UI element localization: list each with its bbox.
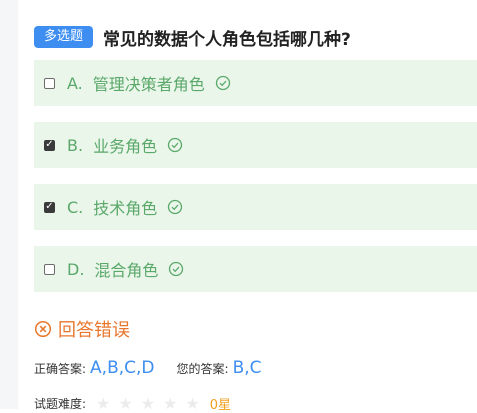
option-b-text: 业务角色 bbox=[93, 137, 158, 156]
question-type-badge: 多选题 bbox=[34, 26, 94, 48]
option-c-letter: C. bbox=[67, 197, 84, 217]
option-c[interactable]: ✓ C. 技术角色 bbox=[34, 184, 477, 230]
star-icon: ★ bbox=[96, 393, 111, 413]
check-circle-icon bbox=[167, 199, 183, 215]
question-header: 多选题 常见的数据个人角色包括哪几种? bbox=[34, 24, 477, 50]
check-circle-icon bbox=[215, 75, 231, 91]
your-answer-label: 您的答案: bbox=[176, 362, 229, 376]
result-status: 回答错误 bbox=[34, 316, 130, 342]
difficulty-label: 试题难度: bbox=[34, 397, 87, 411]
check-circle-icon bbox=[168, 261, 184, 277]
option-d-letter: D. bbox=[67, 259, 85, 279]
difficulty-star-count: 0星 bbox=[209, 398, 232, 413]
correct-answer-value: A,B,C,D bbox=[90, 358, 155, 378]
option-d-checkbox[interactable] bbox=[44, 263, 55, 275]
difficulty-row: 试题难度: ★ ★ ★ ★ ★ 0星 bbox=[34, 394, 231, 413]
star-icon: ★ bbox=[118, 393, 133, 413]
option-a-text: 管理决策者角色 bbox=[92, 75, 205, 94]
option-d-text: 混合角色 bbox=[94, 261, 159, 280]
option-c-checkbox[interactable]: ✓ bbox=[44, 201, 55, 213]
answer-summary: 正确答案: A,B,C,D 您的答案: B,C bbox=[34, 358, 262, 378]
star-icon: ★ bbox=[163, 393, 178, 413]
option-b-checkbox[interactable]: ✓ bbox=[44, 139, 55, 151]
correct-answer-label: 正确答案: bbox=[34, 362, 87, 376]
result-text: 回答错误 bbox=[58, 320, 130, 341]
option-a[interactable]: A. 管理决策者角色 bbox=[34, 60, 477, 106]
option-a-letter: A. bbox=[67, 73, 83, 93]
option-a-checkbox[interactable] bbox=[44, 77, 55, 89]
question-title: 常见的数据个人角色包括哪几种? bbox=[103, 29, 351, 50]
star-icon: ★ bbox=[140, 393, 156, 413]
star-icon: ★ bbox=[185, 393, 200, 413]
option-b[interactable]: ✓ B. 业务角色 bbox=[34, 122, 477, 168]
left-panel-strip bbox=[0, 0, 18, 409]
option-c-text: 技术角色 bbox=[93, 199, 158, 218]
option-d[interactable]: D. 混合角色 bbox=[34, 246, 477, 292]
close-circle-icon bbox=[34, 320, 52, 338]
your-answer-value: B,C bbox=[232, 358, 262, 378]
difficulty-stars: ★ ★ ★ ★ ★ bbox=[96, 393, 208, 413]
check-circle-icon bbox=[167, 137, 183, 153]
option-b-letter: B. bbox=[67, 135, 84, 155]
